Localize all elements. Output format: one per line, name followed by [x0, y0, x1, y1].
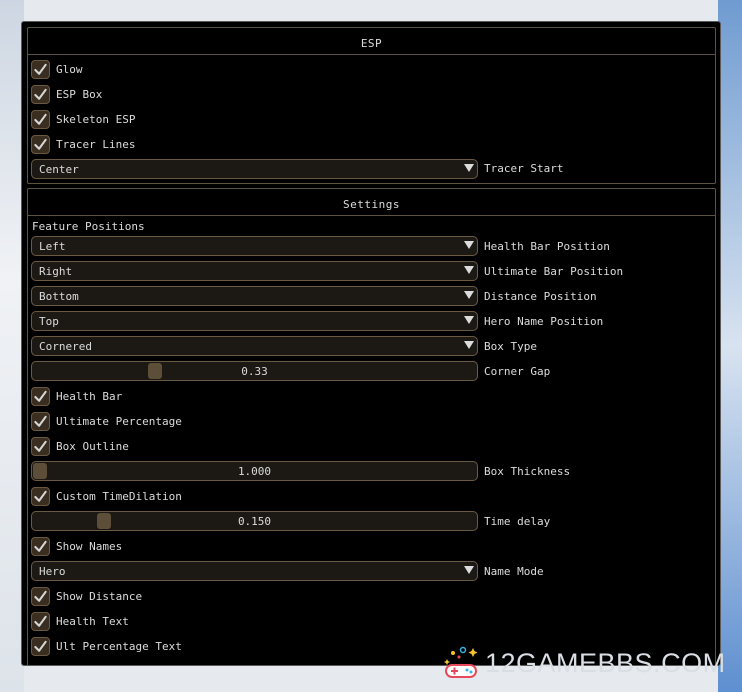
checkmark-icon: [34, 390, 47, 402]
name-mode-value: Hero: [39, 565, 66, 578]
hero-name-position-value: Top: [39, 315, 59, 328]
tracer-lines-checkbox-row[interactable]: Tracer Lines: [31, 134, 135, 154]
corner-gap-slider[interactable]: 0.33: [31, 361, 478, 381]
ult-percentage-text-checkbox[interactable]: [31, 636, 50, 656]
checkmark-icon: [34, 113, 47, 125]
name-mode-combo[interactable]: Hero: [31, 561, 478, 581]
checkmark-icon: [34, 440, 47, 452]
checkmark-icon: [34, 88, 47, 100]
custom-time-dilation-label: Custom TimeDilation: [56, 489, 182, 503]
menu-window: ESP Glow ESP Box Skeleton ESP Tracer Lin…: [21, 21, 721, 666]
esp-panel-title: ESP: [360, 37, 383, 50]
glow-checkbox[interactable]: [31, 59, 50, 79]
esp-box-label: ESP Box: [56, 87, 103, 101]
show-names-checkbox[interactable]: [31, 536, 50, 556]
feature-positions-heading: Feature Positions: [32, 220, 145, 233]
ultimate-percentage-checkbox-row[interactable]: Ultimate Percentage: [31, 411, 182, 431]
settings-panel-title: Settings: [343, 198, 400, 211]
skeleton-esp-label: Skeleton ESP: [56, 112, 136, 126]
dropdown-arrow-icon: [464, 566, 474, 574]
box-thickness-label: Box Thickness: [484, 465, 571, 478]
tracer-start-combo[interactable]: Center: [31, 159, 478, 179]
ultimate-percentage-checkbox[interactable]: [31, 411, 50, 431]
checkmark-icon: [34, 490, 47, 502]
watermark: 12GAMEBBS.COM: [443, 638, 742, 688]
glow-checkbox-row[interactable]: Glow: [31, 59, 83, 79]
health-bar-label: Health Bar: [56, 389, 123, 403]
time-delay-label: Time delay: [484, 515, 551, 528]
show-distance-label: Show Distance: [56, 589, 143, 603]
health-bar-position-combo[interactable]: Left: [31, 236, 478, 256]
box-type-combo[interactable]: Cornered: [31, 336, 478, 356]
custom-time-dilation-checkbox-row[interactable]: Custom TimeDilation: [31, 486, 182, 506]
skeleton-esp-checkbox[interactable]: [31, 109, 50, 129]
checkmark-icon: [34, 540, 47, 552]
box-outline-checkbox-row[interactable]: Box Outline: [31, 436, 129, 456]
dropdown-arrow-icon: [464, 341, 474, 349]
ultimate-percentage-label: Ultimate Percentage: [56, 414, 182, 428]
box-outline-checkbox[interactable]: [31, 436, 50, 456]
esp-panel: ESP Glow ESP Box Skeleton ESP Tracer Lin…: [27, 27, 716, 184]
checkmark-icon: [34, 415, 47, 427]
distance-position-combo[interactable]: Bottom: [31, 286, 478, 306]
dropdown-arrow-icon: [464, 291, 474, 299]
glow-label: Glow: [56, 62, 83, 76]
desktop-background-right: [718, 0, 742, 692]
hero-name-position-combo[interactable]: Top: [31, 311, 478, 331]
show-names-checkbox-row[interactable]: Show Names: [31, 536, 122, 556]
ultimate-bar-position-label: Ultimate Bar Position: [484, 265, 624, 278]
distance-position-value: Bottom: [39, 290, 79, 303]
checkmark-icon: [34, 138, 47, 150]
show-distance-checkbox-row[interactable]: Show Distance: [31, 586, 142, 606]
name-mode-label: Name Mode: [484, 565, 544, 578]
health-text-checkbox-row[interactable]: Health Text: [31, 611, 129, 631]
time-delay-slider[interactable]: 0.150: [31, 511, 478, 531]
settings-panel: Settings Feature Positions Left Health B…: [27, 188, 716, 665]
health-text-checkbox[interactable]: [31, 611, 50, 631]
hero-name-position-label: Hero Name Position: [484, 315, 604, 328]
health-bar-checkbox-row[interactable]: Health Bar: [31, 386, 122, 406]
box-thickness-value: 1.000: [237, 465, 272, 478]
health-bar-position-value: Left: [39, 240, 66, 253]
health-bar-checkbox[interactable]: [31, 386, 50, 406]
distance-position-label: Distance Position: [484, 290, 597, 303]
checkmark-icon: [34, 615, 47, 627]
health-text-label: Health Text: [56, 614, 129, 628]
esp-box-checkbox[interactable]: [31, 84, 50, 104]
ultimate-bar-position-value: Right: [39, 265, 73, 278]
show-distance-checkbox[interactable]: [31, 586, 50, 606]
tracer-start-label: Tracer Start: [484, 162, 564, 175]
esp-title-divider: [28, 54, 715, 55]
time-delay-value: 0.150: [237, 515, 272, 528]
gamepad-logo-icon: [444, 646, 478, 678]
health-bar-position-label: Health Bar Position: [484, 240, 610, 253]
dropdown-arrow-icon: [464, 164, 474, 172]
box-type-label: Box Type: [484, 340, 537, 353]
ultimate-bar-position-combo[interactable]: Right: [31, 261, 478, 281]
dropdown-arrow-icon: [464, 316, 474, 324]
box-outline-label: Box Outline: [56, 439, 129, 453]
box-type-value: Cornered: [39, 340, 92, 353]
dropdown-arrow-icon: [464, 266, 474, 274]
checkmark-icon: [34, 640, 47, 652]
tracer-start-value: Center: [39, 163, 79, 176]
checkmark-icon: [34, 590, 47, 602]
checkmark-icon: [34, 63, 47, 75]
tracer-lines-checkbox[interactable]: [31, 134, 50, 154]
watermark-text: 12GAMEBBS.COM: [485, 647, 726, 678]
custom-time-dilation-checkbox[interactable]: [31, 486, 50, 506]
box-thickness-slider[interactable]: 1.000: [31, 461, 478, 481]
tracer-lines-label: Tracer Lines: [56, 137, 136, 151]
corner-gap-label: Corner Gap: [484, 365, 551, 378]
ult-percentage-text-checkbox-row[interactable]: Ult Percentage Text: [31, 636, 182, 656]
esp-box-checkbox-row[interactable]: ESP Box: [31, 84, 102, 104]
skeleton-esp-checkbox-row[interactable]: Skeleton ESP: [31, 109, 135, 129]
settings-title-divider: [28, 215, 715, 216]
dropdown-arrow-icon: [464, 241, 474, 249]
ult-percentage-text-label: Ult Percentage Text: [56, 639, 182, 653]
corner-gap-value: 0.33: [241, 365, 268, 378]
show-names-label: Show Names: [56, 539, 123, 553]
